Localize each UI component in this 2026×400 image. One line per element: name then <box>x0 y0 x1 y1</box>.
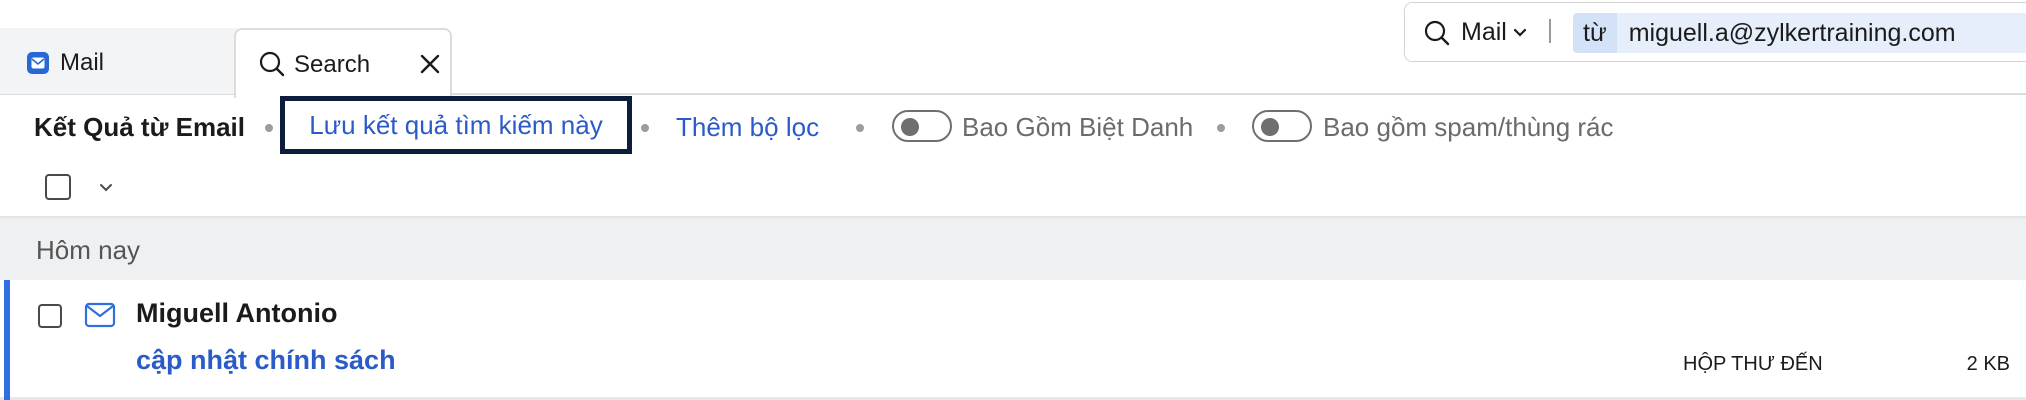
separator-dot <box>856 124 864 132</box>
search-chip-key: từ <box>1573 13 1617 53</box>
tab-search-label: Search <box>294 51 371 78</box>
tab-mail[interactable]: Mail <box>0 28 241 94</box>
message-sender: Miguell Antonio <box>136 298 338 328</box>
search-chip-value: miguell.a@zylkertraining.com <box>1628 18 1956 47</box>
tab-search[interactable]: Search <box>234 28 452 98</box>
include-alias-toggle[interactable] <box>892 110 952 142</box>
include-spam-label: Bao gồm spam/thùng rác <box>1323 112 1614 142</box>
separator-dot <box>641 124 649 132</box>
search-filter-chip[interactable]: từ miguell.a@zylkertraining.com <box>1573 13 2026 53</box>
row-checkbox[interactable] <box>38 304 62 328</box>
search-bar[interactable]: Mail từ miguell.a@zylkertraining.com <box>1404 2 2026 62</box>
search-divider <box>1549 19 1551 43</box>
search-icon <box>258 50 286 78</box>
search-results-toolbar: Kết Quả từ Email Lưu kết quả tìm kiếm nà… <box>0 96 2026 158</box>
results-title: Kết Quả từ Email <box>34 112 245 142</box>
bulk-select-row <box>0 160 2026 218</box>
date-group-label: Hôm nay <box>36 235 141 265</box>
message-size: 2 KB <box>1966 353 2010 375</box>
search-scope-dropdown[interactable]: Mail <box>1461 18 1527 47</box>
include-spam-toggle[interactable] <box>1252 110 1312 142</box>
chevron-down-icon[interactable] <box>96 180 116 196</box>
message-folder: HỘP THƯ ĐẾN <box>1683 353 1823 375</box>
envelope-icon <box>84 302 116 328</box>
toggle-knob <box>1261 118 1279 136</box>
selected-row-indicator <box>4 280 10 400</box>
select-all-checkbox[interactable] <box>45 174 71 200</box>
chevron-down-icon <box>1513 28 1526 37</box>
save-search-link[interactable]: Lưu kết quả tìm kiếm này <box>280 96 632 154</box>
tab-mail-label: Mail <box>60 49 105 76</box>
mail-app-icon <box>27 52 49 74</box>
close-icon[interactable] <box>416 50 444 78</box>
separator-dot <box>1217 124 1225 132</box>
list-item[interactable]: Miguell Antonio cập nhật chính sách HỘP … <box>0 280 2026 400</box>
search-scope-label: Mail <box>1461 18 1507 46</box>
search-icon <box>1423 19 1451 47</box>
message-subject: cập nhật chính sách <box>136 345 396 375</box>
toggle-knob <box>901 118 919 136</box>
date-group-header: Hôm nay <box>0 218 2026 280</box>
include-alias-label: Bao Gồm Biệt Danh <box>962 112 1194 142</box>
save-search-label: Lưu kết quả tìm kiếm này <box>309 109 603 140</box>
add-filter-link[interactable]: Thêm bộ lọc <box>676 112 819 143</box>
separator-dot <box>265 124 273 132</box>
